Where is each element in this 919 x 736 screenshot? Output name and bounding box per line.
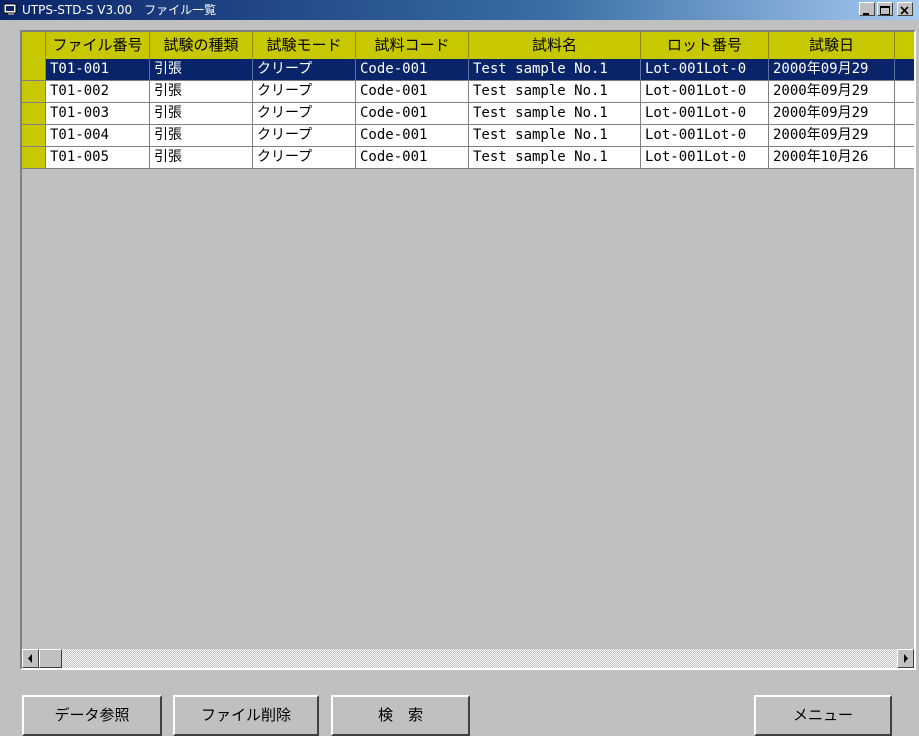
cell-test-type[interactable]: 引張 [150,103,253,124]
cell-test-type[interactable]: 引張 [150,125,253,146]
cell-test-date[interactable]: 2000年09月29 [769,103,895,124]
app-icon [4,3,17,15]
window-title: UTPS-STD-S V3.00 ファイル一覧 [22,3,217,17]
cell-lot-number[interactable]: Lot-001Lot-0 [641,125,769,146]
scroll-thumb[interactable] [39,649,62,668]
window-titlebar[interactable]: UTPS-STD-S V3.00 ファイル一覧 [0,0,919,20]
cell-sample-code[interactable]: Code-001 [356,125,469,146]
cell-test-date[interactable]: 2000年10月26 [769,147,895,168]
cell-sample-code[interactable]: Code-001 [356,103,469,124]
close-button[interactable] [897,2,913,16]
delete-file-button[interactable]: ファイル削除 [173,695,319,736]
column-header-file-number[interactable]: ファイル番号 [46,32,150,59]
cell-file-number[interactable]: T01-004 [46,125,150,146]
arrow-left-icon [28,654,32,663]
cell-test-mode[interactable]: クリープ [253,59,356,80]
cell-test-mode[interactable]: クリープ [253,81,356,102]
table-row[interactable]: T01-002 引張 クリープ Code-001 Test sample No.… [22,81,914,103]
cell-test-date[interactable]: 2000年09月29 [769,59,895,80]
table-row[interactable]: T01-003 引張 クリープ Code-001 Test sample No.… [22,103,914,125]
horizontal-scrollbar[interactable] [22,649,914,668]
cell-test-type[interactable]: 引張 [150,81,253,102]
cell-file-number[interactable]: T01-002 [46,81,150,102]
cell-test-type[interactable]: 引張 [150,147,253,168]
minimize-icon [863,13,869,15]
cell-file-number[interactable]: T01-001 [46,59,150,80]
column-header-test-mode[interactable]: 試験モード [253,32,356,59]
minimize-button[interactable] [859,2,875,16]
search-button[interactable]: 検 索 [331,695,470,736]
cell-sample-code[interactable]: Code-001 [356,81,469,102]
table-row[interactable]: T01-001 引張 クリープ Code-001 Test sample No.… [22,59,914,81]
grid-header: ファイル番号 試験の種類 試験モード 試料コード 試料名 ロット番号 試験日 [22,32,914,59]
header-corner [22,32,46,59]
table-row[interactable]: T01-004 引張 クリープ Code-001 Test sample No.… [22,125,914,147]
column-header-test-type[interactable]: 試験の種類 [150,32,253,59]
row-selector[interactable] [22,81,46,102]
column-header-lot-number[interactable]: ロット番号 [641,32,769,59]
scroll-track[interactable] [39,649,897,668]
arrow-right-icon [904,654,908,663]
maximize-icon [880,6,890,15]
row-selector[interactable] [22,59,46,80]
cell-file-number[interactable]: T01-005 [46,147,150,168]
column-header-sample-code[interactable]: 試料コード [356,32,469,59]
cell-sample-code[interactable]: Code-001 [356,59,469,80]
cell-test-date[interactable]: 2000年09月29 [769,81,895,102]
cell-sample-code[interactable]: Code-001 [356,147,469,168]
close-icon [900,6,909,15]
cell-sample-name[interactable]: Test sample No.1 [469,103,641,124]
scroll-left-button[interactable] [22,649,39,668]
cell-test-date[interactable]: 2000年09月29 [769,125,895,146]
data-reference-button[interactable]: データ参照 [22,695,162,736]
scroll-right-button[interactable] [897,649,914,668]
cell-sample-name[interactable]: Test sample No.1 [469,81,641,102]
row-selector[interactable] [22,103,46,124]
maximize-button[interactable] [877,2,893,16]
header-filler [895,32,914,59]
file-list-grid[interactable]: ファイル番号 試験の種類 試験モード 試料コード 試料名 ロット番号 試験日 T… [20,30,916,670]
cell-lot-number[interactable]: Lot-001Lot-0 [641,147,769,168]
cell-test-mode[interactable]: クリープ [253,147,356,168]
cell-sample-name[interactable]: Test sample No.1 [469,147,641,168]
cell-test-mode[interactable]: クリープ [253,103,356,124]
row-selector[interactable] [22,125,46,146]
cell-test-type[interactable]: 引張 [150,59,253,80]
cell-lot-number[interactable]: Lot-001Lot-0 [641,81,769,102]
menu-button[interactable]: メニュー [754,695,892,736]
column-header-test-date[interactable]: 試験日 [769,32,895,59]
cell-sample-name[interactable]: Test sample No.1 [469,59,641,80]
cell-sample-name[interactable]: Test sample No.1 [469,125,641,146]
table-row[interactable]: T01-005 引張 クリープ Code-001 Test sample No.… [22,147,914,169]
row-selector[interactable] [22,147,46,168]
cell-test-mode[interactable]: クリープ [253,125,356,146]
cell-lot-number[interactable]: Lot-001Lot-0 [641,59,769,80]
cell-file-number[interactable]: T01-003 [46,103,150,124]
column-header-sample-name[interactable]: 試料名 [469,32,641,59]
cell-lot-number[interactable]: Lot-001Lot-0 [641,103,769,124]
